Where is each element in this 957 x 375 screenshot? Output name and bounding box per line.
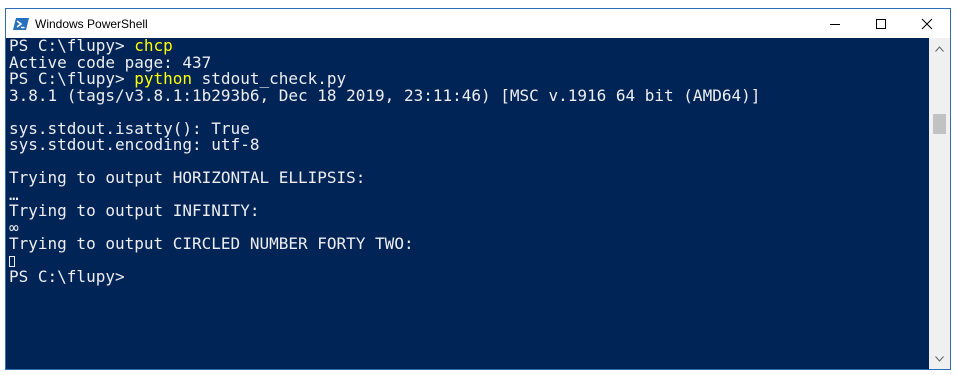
maximize-icon	[876, 18, 886, 29]
scrollbar-thumb[interactable]	[933, 114, 946, 134]
window-controls	[812, 9, 950, 38]
missing-glyph-box	[9, 255, 15, 267]
scroll-up-button[interactable]	[929, 40, 950, 57]
console-line	[6, 253, 930, 270]
console-line: 3.8.1 (tags/v3.8.1:1b293b6, Dec 18 2019,…	[9, 85, 761, 105]
chevron-up-icon	[935, 45, 944, 52]
console-line: Trying to output HORIZONTAL ELLIPSIS:	[9, 168, 366, 187]
minimize-button[interactable]	[812, 9, 858, 38]
minimize-icon	[830, 23, 840, 25]
powershell-icon	[13, 17, 29, 30]
powershell-window: Windows PowerShell PS C:\flupy> chcp Act…	[5, 8, 951, 370]
console-line: Trying to output CIRCLED NUMBER FORTY TW…	[9, 234, 414, 253]
window-title: Windows PowerShell	[35, 16, 148, 31]
close-button[interactable]	[904, 9, 950, 38]
vertical-scrollbar[interactable]	[929, 38, 950, 369]
maximize-button[interactable]	[858, 9, 904, 38]
scroll-down-button[interactable]	[929, 350, 950, 367]
title-bar[interactable]: Windows PowerShell	[6, 9, 950, 38]
console-line: Trying to output INFINITY:	[9, 201, 260, 220]
console-prompt-line: PS C:\flupy>	[9, 267, 125, 286]
close-icon	[921, 18, 933, 29]
console-line: sys.stdout.encoding: utf-8	[9, 135, 260, 154]
chevron-down-icon	[935, 355, 944, 362]
console-output[interactable]: PS C:\flupy> chcp Active code page: 437 …	[6, 38, 930, 369]
